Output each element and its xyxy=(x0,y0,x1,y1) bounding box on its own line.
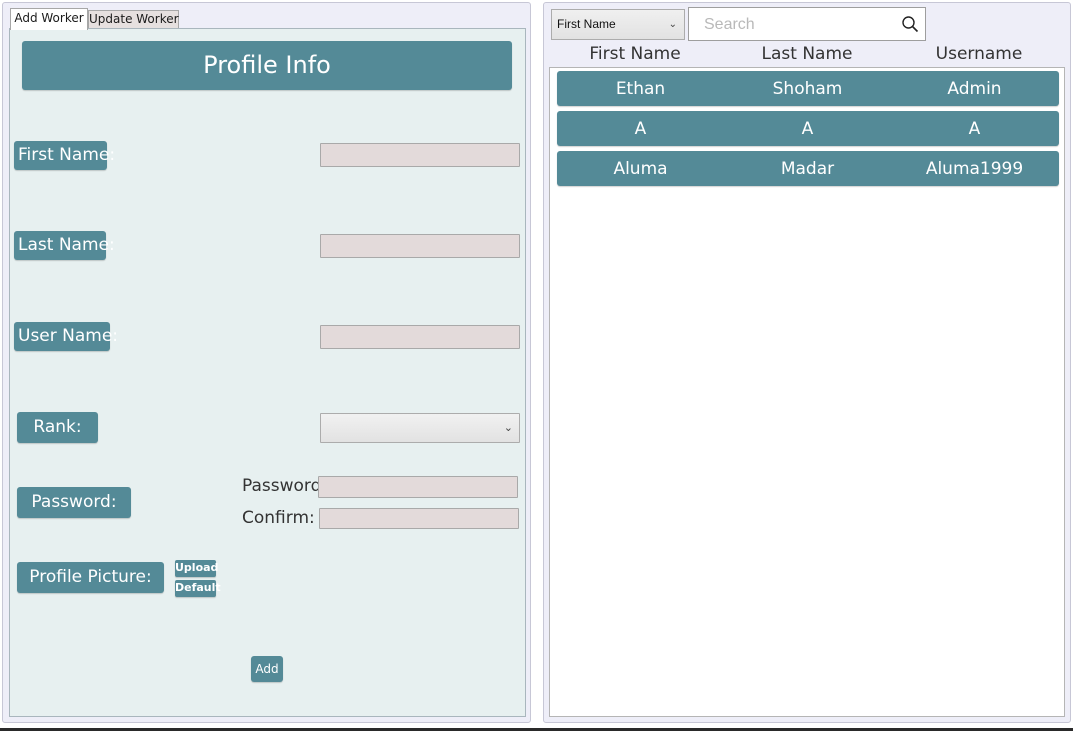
cell-last-name: A xyxy=(801,118,814,139)
search-input[interactable] xyxy=(690,9,906,41)
password-label: Password: xyxy=(17,487,131,518)
list-item[interactable]: Ethan Shoham Admin xyxy=(557,71,1059,106)
cell-first-name: Ethan xyxy=(615,78,666,99)
column-header-username[interactable]: Username xyxy=(899,44,1059,64)
cell-username: Admin xyxy=(947,78,1002,99)
chevron-down-icon: ⌄ xyxy=(668,19,677,30)
upload-button[interactable]: Upload xyxy=(175,560,218,577)
search-icon[interactable] xyxy=(901,15,919,33)
rank-label: Rank: xyxy=(17,412,98,443)
list-item[interactable]: Aluma Madar Aluma1999 xyxy=(557,151,1059,186)
cell-first-name: A xyxy=(634,118,647,139)
profile-picture-label: Profile Picture: xyxy=(17,562,164,593)
rank-select[interactable]: ⌄ xyxy=(320,413,520,443)
tab-update-worker[interactable]: Update Worker xyxy=(88,10,179,29)
first-name-label: First Name: xyxy=(14,141,115,170)
tab-add-worker[interactable]: Add Worker xyxy=(10,8,88,30)
list-item[interactable]: A A A xyxy=(557,111,1059,146)
default-button[interactable]: Default xyxy=(175,580,221,597)
cell-username: Aluma1999 xyxy=(925,158,1024,179)
confirm-password-input[interactable] xyxy=(319,508,519,529)
cell-username: A xyxy=(968,118,981,139)
last-name-label: Last Name: xyxy=(14,231,115,260)
password-field-label: Password: xyxy=(242,476,328,496)
add-button[interactable]: Add xyxy=(251,656,283,682)
user-name-input[interactable] xyxy=(320,325,520,349)
tab-content xyxy=(9,28,526,717)
profile-info-header: Profile Info xyxy=(22,41,512,90)
filter-field-select[interactable]: First Name ⌄ xyxy=(551,9,685,40)
cell-last-name: Shoham xyxy=(772,78,843,99)
cell-first-name: Aluma xyxy=(613,158,668,179)
column-header-first-name[interactable]: First Name xyxy=(555,44,715,64)
confirm-field-label: Confirm: xyxy=(242,508,315,528)
password-input[interactable] xyxy=(318,476,518,498)
filter-selected-value: First Name xyxy=(557,17,616,31)
cell-last-name: Madar xyxy=(780,158,835,179)
last-name-input[interactable] xyxy=(320,234,520,258)
user-name-label: User Name: xyxy=(14,322,118,351)
first-name-input[interactable] xyxy=(320,143,520,167)
column-header-last-name[interactable]: Last Name xyxy=(727,44,887,64)
search-box xyxy=(688,7,926,41)
chevron-down-icon: ⌄ xyxy=(503,421,513,434)
workers-list[interactable]: Ethan Shoham Admin A A A Aluma Madar Alu… xyxy=(549,67,1065,717)
